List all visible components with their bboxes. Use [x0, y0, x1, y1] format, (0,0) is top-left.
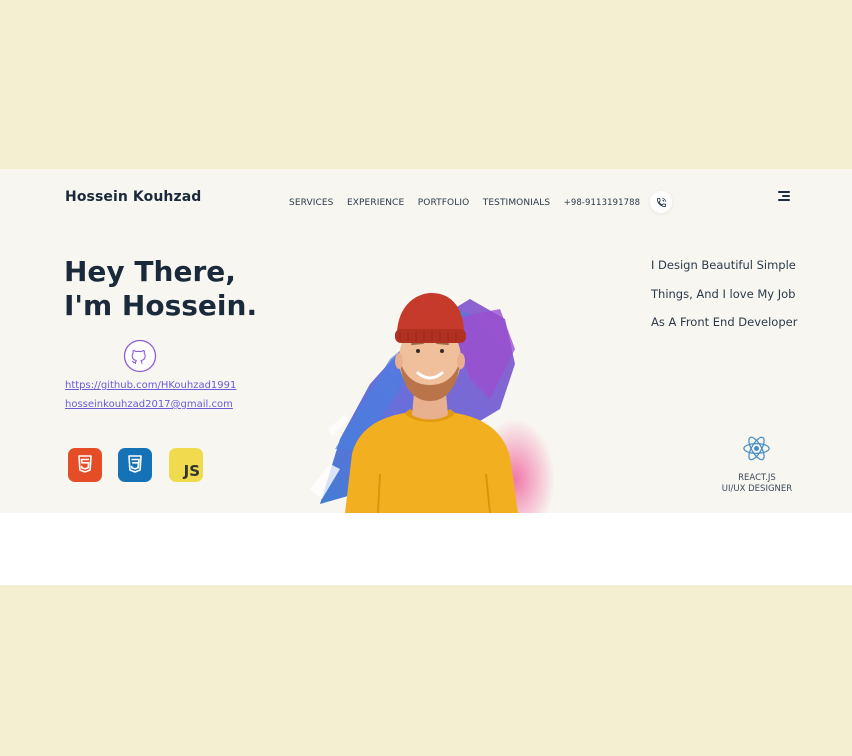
hero-heading: Hey There, I'm Hossein.: [64, 255, 257, 323]
nav-services[interactable]: SERVICES: [289, 198, 333, 208]
github-link[interactable]: https://github.com/HKouhzad1991: [65, 376, 236, 395]
hamburger-menu-icon[interactable]: [778, 191, 792, 203]
tagline-line2: Things, And I love My Job: [651, 286, 796, 301]
call-button[interactable]: [650, 191, 673, 213]
role-uiux: UI/UX DESIGNER: [721, 484, 793, 494]
profile-photo: [310, 293, 555, 513]
tagline-line1: I Design Beautiful Simple: [651, 258, 796, 272]
html5-icon: [68, 448, 102, 482]
nav-portfolio[interactable]: PORTFOLIO: [418, 198, 470, 208]
nav-phone[interactable]: +98-9113191788: [564, 198, 641, 208]
javascript-icon: JS: [169, 448, 203, 482]
brand-logo[interactable]: Hossein Kouhzad: [65, 189, 201, 205]
hero-section: Hossein Kouhzad SERVICES EXPERIENCE PORT…: [0, 169, 852, 513]
css3-icon: [118, 448, 152, 482]
hero-heading-line2: I'm Hossein.: [64, 289, 258, 322]
react-icon: [743, 436, 770, 461]
nav-testimonials[interactable]: TESTIMONIALS: [483, 198, 550, 208]
tagline-line3: As A Front End Developer: [651, 315, 798, 329]
hero-heading-line1: Hey There,: [64, 255, 236, 288]
contact-links: https://github.com/HKouhzad1991 hosseink…: [65, 376, 236, 414]
nav-experience[interactable]: EXPERIENCE: [347, 198, 404, 208]
main-nav: SERVICES EXPERIENCE PORTFOLIO TESTIMONIA…: [289, 191, 673, 213]
tagline: I Design Beautiful Simple Things, And I …: [651, 251, 797, 337]
github-icon[interactable]: [123, 339, 157, 373]
role-react: REACT.JS: [738, 473, 776, 483]
roles: REACT.JS UI/UX DESIGNER: [712, 473, 802, 495]
email-link[interactable]: hosseinkouhzad2017@gmail.com: [65, 395, 236, 414]
js-label: JS: [183, 462, 200, 480]
portfolio-frame: Hossein Kouhzad SERVICES EXPERIENCE PORT…: [0, 169, 852, 585]
phone-icon: [656, 197, 666, 207]
